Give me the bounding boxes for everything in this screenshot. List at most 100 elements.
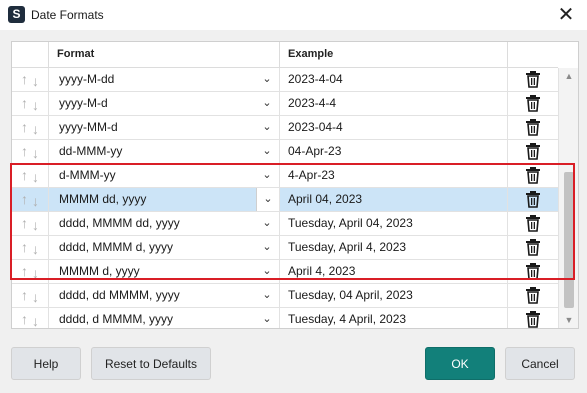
column-header-format[interactable]: Format <box>49 42 280 67</box>
format-select[interactable]: yyyy-MM-d ⌄ <box>49 116 280 139</box>
arrow-up-icon[interactable]: ↑ <box>21 311 31 328</box>
vertical-scrollbar[interactable]: ▲ ▼ <box>558 68 578 328</box>
example-value: Tuesday, 04 April, 2023 <box>280 284 508 307</box>
example-value: 4-Apr-23 <box>280 164 508 187</box>
arrow-up-icon[interactable]: ↑ <box>21 167 31 184</box>
format-select[interactable]: dddd, MMMM d, yyyy ⌄ <box>49 236 280 259</box>
arrow-down-icon[interactable]: ↓ <box>32 289 42 306</box>
format-select[interactable]: dddd, d MMMM, yyyy ⌄ <box>49 308 280 328</box>
format-value: MMMM dd, yyyy <box>59 192 147 206</box>
arrow-up-icon[interactable]: ↑ <box>21 95 31 112</box>
arrow-down-icon[interactable]: ↓ <box>32 73 42 90</box>
format-value: MMMM d, yyyy <box>59 264 140 278</box>
chevron-down-icon[interactable]: ⌄ <box>261 284 273 307</box>
format-select[interactable]: d-MMM-yy ⌄ <box>49 164 280 187</box>
table-row[interactable]: ↑ ↓ yyyy-M-d ⌄ 2023-4-4 <box>12 92 558 116</box>
arrow-up-icon[interactable]: ↑ <box>21 215 31 232</box>
scrollbar-thumb[interactable] <box>564 172 574 308</box>
format-value: yyyy-M-dd <box>59 72 115 86</box>
format-select[interactable]: dd-MMM-yy ⌄ <box>49 140 280 163</box>
table-row[interactable]: ↑ ↓ dddd, dd MMMM, yyyy ⌄ Tuesday, 04 April,… <box>12 284 558 308</box>
table-row[interactable]: ↑ ↓ dd-MMM-yy ⌄ 04-Apr-23 <box>12 140 558 164</box>
trash-icon[interactable] <box>525 287 541 304</box>
trash-icon[interactable] <box>525 143 541 160</box>
scroll-down-icon[interactable]: ▼ <box>563 314 575 326</box>
ok-button[interactable]: OK <box>425 347 495 380</box>
table-row[interactable]: ↑ ↓ MMMM dd, yyyy ⌄ April 04, 2023 <box>12 188 558 212</box>
arrow-down-icon[interactable]: ↓ <box>32 241 42 258</box>
example-value: 2023-4-04 <box>280 68 508 91</box>
trash-icon[interactable] <box>525 95 541 112</box>
table-row[interactable]: ↑ ↓ dddd, d MMMM, yyyy ⌄ Tuesday, 4 April, 2… <box>12 308 558 328</box>
move-cell: ↑ ↓ <box>12 308 49 328</box>
delete-cell <box>508 284 558 307</box>
arrow-up-icon[interactable]: ↑ <box>21 239 31 256</box>
chevron-down-icon[interactable]: ⌄ <box>261 260 273 283</box>
arrow-down-icon[interactable]: ↓ <box>32 97 42 114</box>
format-select[interactable]: MMMM dd, yyyy ⌄ <box>49 188 280 211</box>
arrow-up-icon[interactable]: ↑ <box>21 263 31 280</box>
cancel-button[interactable]: Cancel <box>505 347 575 380</box>
delete-cell <box>508 68 558 91</box>
format-select[interactable]: dddd, MMMM dd, yyyy ⌄ <box>49 212 280 235</box>
example-value: 2023-04-4 <box>280 116 508 139</box>
trash-icon[interactable] <box>525 215 541 232</box>
delete-cell <box>508 164 558 187</box>
chevron-down-icon[interactable]: ⌄ <box>261 164 273 187</box>
move-cell: ↑ ↓ <box>12 164 49 187</box>
scroll-up-icon[interactable]: ▲ <box>563 70 575 82</box>
arrow-down-icon[interactable]: ↓ <box>32 169 42 186</box>
move-cell: ↑ ↓ <box>12 116 49 139</box>
delete-cell <box>508 188 558 211</box>
format-select[interactable]: yyyy-M-d ⌄ <box>49 92 280 115</box>
table-row[interactable]: ↑ ↓ dddd, MMMM dd, yyyy ⌄ Tuesday, April 04,… <box>12 212 558 236</box>
trash-icon[interactable] <box>525 263 541 280</box>
move-cell: ↑ ↓ <box>12 68 49 91</box>
arrow-down-icon[interactable]: ↓ <box>32 193 42 210</box>
close-icon[interactable]: ✕ <box>553 2 579 28</box>
arrow-up-icon[interactable]: ↑ <box>21 191 31 208</box>
table-row[interactable]: ↑ ↓ yyyy-MM-d ⌄ 2023-04-4 <box>12 116 558 140</box>
reset-to-defaults-button[interactable]: Reset to Defaults <box>91 347 211 380</box>
delete-cell <box>508 212 558 235</box>
arrow-up-icon[interactable]: ↑ <box>21 287 31 304</box>
chevron-down-icon[interactable]: ⌄ <box>261 116 273 139</box>
chevron-down-icon[interactable]: ⌄ <box>261 140 273 163</box>
format-select[interactable]: dddd, dd MMMM, yyyy ⌄ <box>49 284 280 307</box>
arrow-down-icon[interactable]: ↓ <box>32 265 42 282</box>
arrow-down-icon[interactable]: ↓ <box>32 313 42 328</box>
arrow-up-icon[interactable]: ↑ <box>21 71 31 88</box>
delete-cell <box>508 116 558 139</box>
example-value: Tuesday, April 04, 2023 <box>280 212 508 235</box>
chevron-down-icon[interactable]: ⌄ <box>256 188 279 211</box>
chevron-down-icon[interactable]: ⌄ <box>261 68 273 91</box>
table-row[interactable]: ↑ ↓ d-MMM-yy ⌄ 4-Apr-23 <box>12 164 558 188</box>
delete-cell <box>508 140 558 163</box>
trash-icon[interactable] <box>525 71 541 88</box>
example-value: April 04, 2023 <box>280 188 508 211</box>
table-row[interactable]: ↑ ↓ dddd, MMMM d, yyyy ⌄ Tuesday, April 4, 2… <box>12 236 558 260</box>
chevron-down-icon[interactable]: ⌄ <box>261 212 273 235</box>
help-button[interactable]: Help <box>11 347 81 380</box>
column-header-example[interactable]: Example <box>280 42 508 67</box>
trash-icon[interactable] <box>525 167 541 184</box>
move-cell: ↑ ↓ <box>12 140 49 163</box>
format-value: dddd, dd MMMM, yyyy <box>59 288 180 302</box>
arrow-up-icon[interactable]: ↑ <box>21 143 31 160</box>
arrow-up-icon[interactable]: ↑ <box>21 119 31 136</box>
table-row[interactable]: ↑ ↓ yyyy-M-dd ⌄ 2023-4-04 <box>12 68 558 92</box>
trash-icon[interactable] <box>525 119 541 136</box>
trash-icon[interactable] <box>525 311 541 328</box>
chevron-down-icon[interactable]: ⌄ <box>261 308 273 328</box>
table-row[interactable]: ↑ ↓ MMMM d, yyyy ⌄ April 4, 2023 <box>12 260 558 284</box>
trash-icon[interactable] <box>525 191 541 208</box>
arrow-down-icon[interactable]: ↓ <box>32 145 42 162</box>
chevron-down-icon[interactable]: ⌄ <box>261 236 273 259</box>
format-select[interactable]: MMMM d, yyyy ⌄ <box>49 260 280 283</box>
trash-icon[interactable] <box>525 239 541 256</box>
arrow-down-icon[interactable]: ↓ <box>32 217 42 234</box>
arrow-down-icon[interactable]: ↓ <box>32 121 42 138</box>
chevron-down-icon[interactable]: ⌄ <box>261 92 273 115</box>
format-select[interactable]: yyyy-M-dd ⌄ <box>49 68 280 91</box>
example-value: April 4, 2023 <box>280 260 508 283</box>
